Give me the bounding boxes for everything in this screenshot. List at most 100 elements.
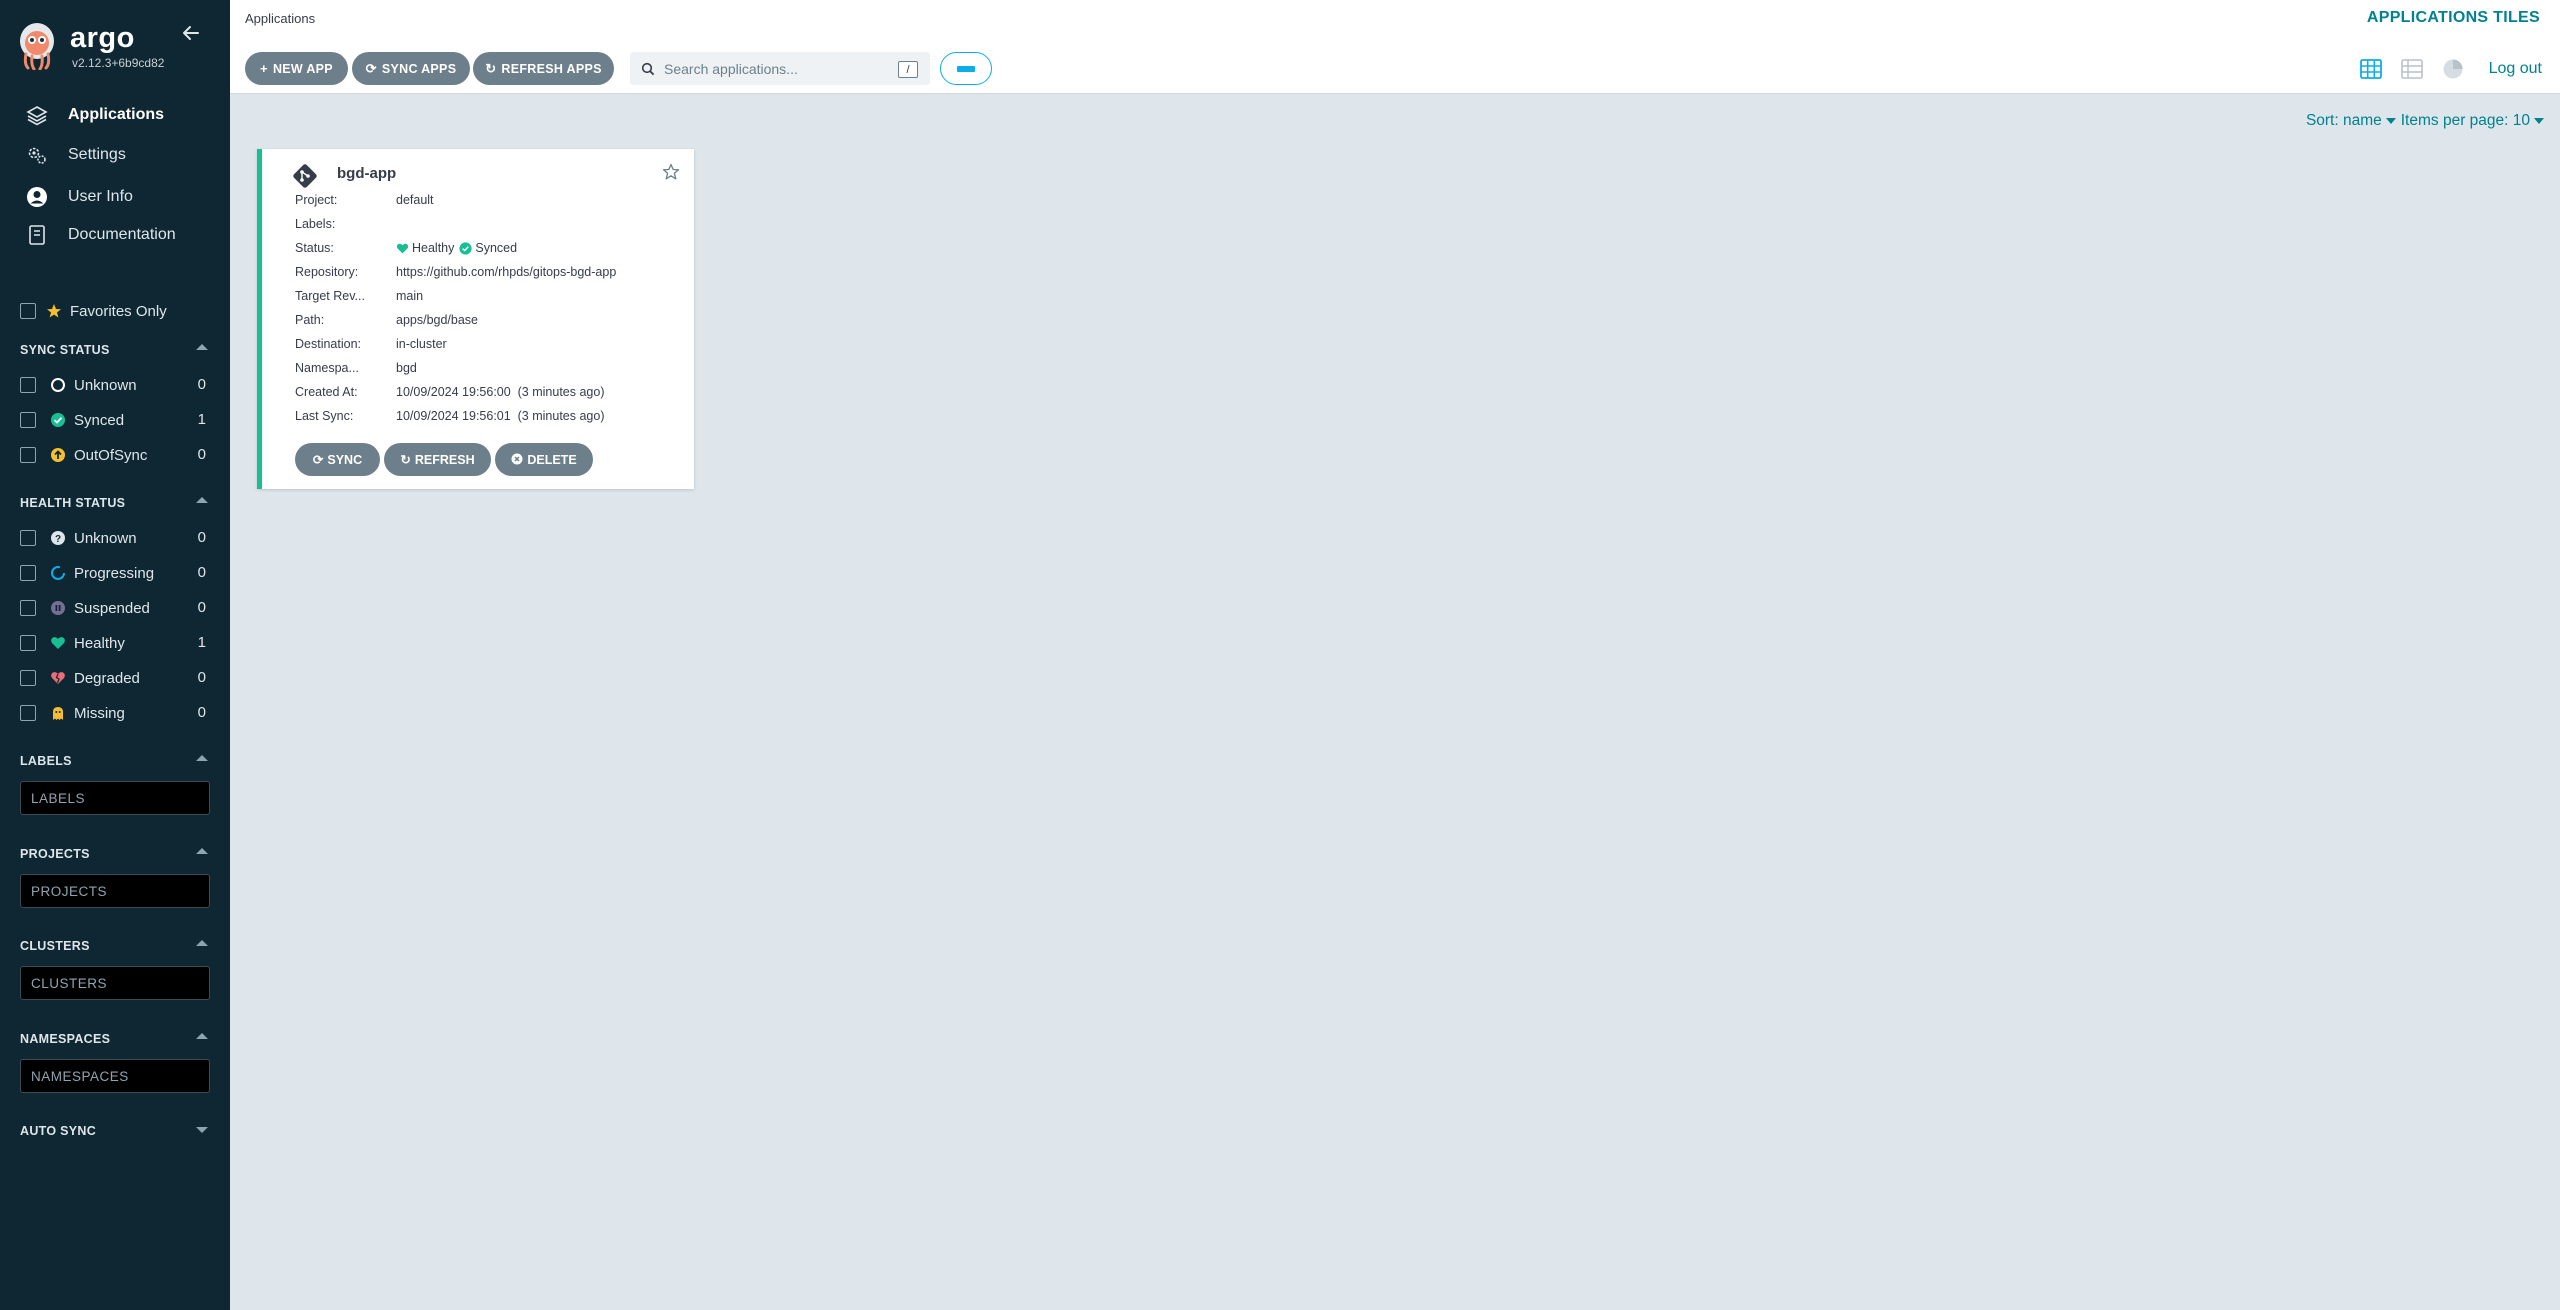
nav-label: Settings [68,146,126,163]
summary-pie-chart-icon[interactable] [2442,58,2464,80]
filter-sync-outofsync[interactable]: OutOfSync 0 [20,443,206,467]
repository-link[interactable]: https://github.com/rhpds/gitops-bgd-app [396,265,616,279]
pause-circle-icon [50,600,66,616]
filter-label: Synced [74,411,125,429]
filter-label: OutOfSync [74,446,148,464]
refresh-apps-button[interactable]: ↻ REFRESH APPS [473,52,614,85]
refresh-icon: ↻ [400,453,411,467]
labels-title: LABELS [20,754,72,768]
checkbox[interactable] [20,600,36,616]
items-per-page-dropdown[interactable]: Items per page: 10 [2401,112,2544,130]
filter-count: 0 [197,529,206,546]
checkbox[interactable] [20,377,36,393]
labels-filter-input[interactable]: LABELS [20,781,210,815]
filter-health-suspended[interactable]: Suspended 0 [20,596,206,620]
sync-apps-button[interactable]: ⟳ SYNC APPS [352,52,470,85]
filter-health-degraded[interactable]: Degraded 0 [20,666,206,690]
filter-label: Suspended [74,599,150,617]
refresh-icon: ↻ [485,60,497,76]
argo-mascot-icon [20,23,54,70]
checkbox[interactable] [20,447,36,463]
filter-count: 0 [197,599,206,616]
filter-label: Missing [74,704,125,722]
auto-sync-expand-icon[interactable] [196,1127,208,1133]
heart-icon [396,242,409,255]
projects-filter-input[interactable]: PROJECTS [20,874,210,908]
checkbox[interactable] [20,530,36,546]
sync-status-collapse-icon[interactable] [196,344,208,350]
projects-title: PROJECTS [20,847,90,861]
top-bar: Applications APPLICATIONS TILES + NEW AP… [230,0,2560,94]
filter-health-healthy[interactable]: Healthy 1 [20,631,206,655]
main-nav: Applications Settings User Info Document… [0,100,230,250]
health-status-collapse-icon[interactable] [196,497,208,503]
filter-count: 0 [197,564,206,581]
row-label: Project: [295,193,338,207]
sync-status-text: Synced [475,241,518,255]
svg-text:?: ? [55,534,61,545]
checkbox[interactable] [20,705,36,721]
tiles-view-icon[interactable] [2360,58,2382,80]
checkbox[interactable] [20,670,36,686]
filter-health-missing[interactable]: Missing 0 [20,701,206,725]
button-label: SYNC [327,452,363,467]
heart-icon [50,635,66,651]
filters-toggle-button[interactable] [940,52,992,85]
namespaces-filter-input[interactable]: NAMESPACES [20,1059,210,1093]
search-icon [641,62,655,75]
row-label: Created At: [295,385,358,399]
sort-dropdown[interactable]: Sort: name [2306,112,2401,130]
row-label: Destination: [295,337,362,351]
app-title[interactable]: bgd-app [337,165,396,182]
delete-button[interactable]: DELETE [495,443,593,476]
checkbox[interactable] [20,412,36,428]
search-box[interactable]: / [630,52,930,85]
namespaces-collapse-icon[interactable] [196,1033,208,1039]
filter-health-unknown[interactable]: ? Unknown 0 [20,526,206,550]
new-app-button[interactable]: + NEW APP [245,52,348,85]
row-label: Repository: [295,265,359,279]
favorites-checkbox[interactable] [20,303,36,319]
app-name: argo [70,22,135,54]
application-tile[interactable]: bgd-app Project: default Labels: Status:… [257,149,694,489]
collapse-sidebar-arrow-icon[interactable] [180,22,202,44]
button-label: NEW APP [272,61,333,76]
list-view-icon[interactable] [2401,58,2423,80]
breadcrumb[interactable]: Applications [245,11,315,26]
logout-link[interactable]: Log out [2489,60,2542,78]
nav-item-applications[interactable]: Applications [0,100,230,130]
sync-icon: ⟳ [365,60,377,76]
filter-count: 0 [197,704,206,721]
clusters-filter-input[interactable]: CLUSTERS [20,966,210,1000]
filter-label: Progressing [74,564,155,582]
button-label: DELETE [527,452,577,467]
times-circle-icon [511,453,523,467]
search-input[interactable] [664,60,894,77]
card-row-path: Path: apps/bgd/base [295,310,478,330]
nav-item-settings[interactable]: Settings [0,140,230,170]
refresh-button[interactable]: ↻ REFRESH [384,443,491,476]
filter-sync-synced[interactable]: Synced 1 [20,408,206,432]
checkbox[interactable] [20,565,36,581]
card-row-repository: Repository: https://github.com/rhpds/git… [295,262,616,282]
card-row-destination: Destination: in-cluster [295,334,447,354]
favorite-star-icon[interactable] [662,163,680,181]
filter-sync-unknown[interactable]: Unknown 0 [20,373,206,397]
card-row-target-revision: Target Rev... main [295,286,423,306]
favorites-only-filter[interactable]: Favorites Only [20,300,167,322]
nav-item-documentation[interactable]: Documentation [0,220,230,250]
minus-icon [957,65,975,72]
sync-button[interactable]: ⟳ SYNC [295,443,380,476]
labels-collapse-icon[interactable] [196,755,208,761]
clusters-collapse-icon[interactable] [196,940,208,946]
projects-collapse-icon[interactable] [196,848,208,854]
nav-item-user-info[interactable]: User Info [0,182,230,212]
checkbox[interactable] [20,635,36,651]
git-icon [293,164,317,188]
filter-label: Unknown [74,529,137,547]
ghost-icon [50,705,66,721]
app-version: v2.12.3+6b9cd82 [72,56,165,70]
filter-health-progressing[interactable]: Progressing 0 [20,561,206,585]
row-value: Healthy Synced [396,241,517,255]
card-row-labels: Labels: [295,214,396,234]
